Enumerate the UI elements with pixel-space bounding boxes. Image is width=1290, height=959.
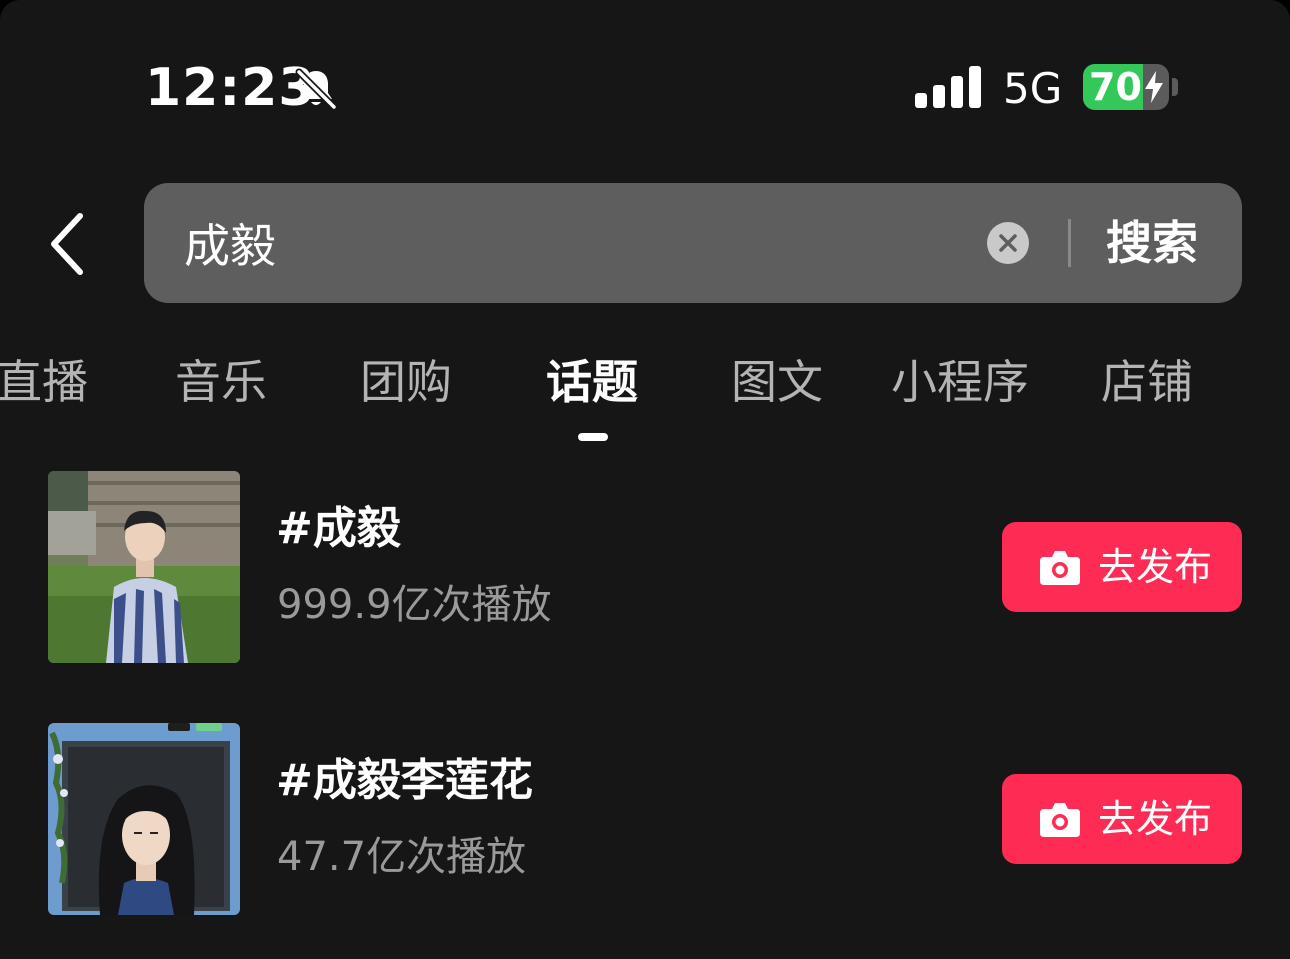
- camera-icon: [1040, 803, 1080, 837]
- post-button-label: 去发布: [1098, 545, 1213, 589]
- photo-man-striped-shirt-outdoors: [48, 471, 240, 663]
- topic-search-screen: 12:23 5G 70 搜索 直播: [0, 0, 1290, 959]
- photo-long-hair-costume-framed: [48, 723, 240, 915]
- camera-icon: [1040, 551, 1080, 585]
- topic-title: #成毅: [276, 503, 401, 554]
- battery-percent: 70: [1089, 65, 1142, 109]
- topic-thumbnail: [48, 723, 240, 915]
- tab-stores[interactable]: 店铺: [1101, 350, 1193, 414]
- topic-title: #成毅李莲花: [276, 755, 533, 806]
- search-bar: 搜索: [144, 183, 1242, 303]
- signal-bars-icon: [915, 66, 981, 108]
- status-time: 12:23: [145, 58, 316, 118]
- tab-topics[interactable]: 话题: [546, 350, 638, 414]
- clear-circle-x-icon: [999, 234, 1017, 252]
- battery-indicator: 70: [1083, 64, 1169, 110]
- network-type: 5G: [1003, 64, 1063, 113]
- search-submit-button[interactable]: 搜索: [1106, 183, 1198, 303]
- search-divider: [1068, 219, 1071, 267]
- battery-cap: [1172, 78, 1178, 96]
- tab-image-text[interactable]: 图文: [731, 350, 823, 414]
- topic-play-count: 999.9亿次播放: [277, 582, 552, 628]
- bolt-icon: [1145, 71, 1163, 103]
- tab-live[interactable]: 直播: [0, 350, 88, 414]
- tab-mini-programs[interactable]: 小程序: [891, 350, 1029, 414]
- post-button[interactable]: 去发布: [1002, 522, 1242, 612]
- bell-slash-icon: [295, 68, 338, 111]
- post-button-label: 去发布: [1098, 797, 1213, 841]
- post-button[interactable]: 去发布: [1002, 774, 1242, 864]
- search-input[interactable]: [184, 183, 964, 303]
- category-tabs: 直播 音乐 团购 话题 图文 小程序 店铺: [0, 350, 1290, 450]
- topic-row[interactable]: #成毅李莲花 47.7亿次播放 去发布: [0, 723, 1290, 915]
- topic-play-count: 47.7亿次播放: [277, 834, 527, 880]
- chevron-left-icon[interactable]: [40, 206, 100, 282]
- clear-search-button[interactable]: [987, 222, 1029, 264]
- active-tab-indicator: [578, 433, 608, 441]
- tab-music[interactable]: 音乐: [175, 350, 267, 414]
- topic-row[interactable]: #成毅 999.9亿次播放 去发布: [0, 471, 1290, 663]
- tab-group-buy[interactable]: 团购: [360, 350, 452, 414]
- topic-thumbnail: [48, 471, 240, 663]
